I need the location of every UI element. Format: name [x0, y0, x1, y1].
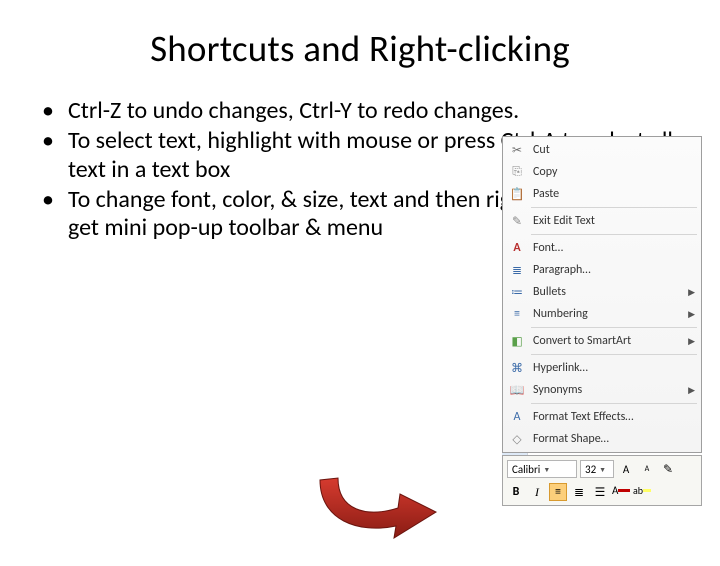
menu-item-icon: ⎘: [507, 163, 527, 181]
menu-item-label: Numbering: [533, 307, 688, 321]
menu-item[interactable]: ◇ Format Shape…: [503, 428, 701, 450]
menu-item-label: Copy: [533, 165, 695, 179]
menu-item-icon: ◇: [507, 430, 527, 448]
font-size-value: 32: [585, 463, 596, 476]
italic-button[interactable]: I: [528, 483, 546, 501]
mini-toolbar[interactable]: Calibri ▼ 32 ▼ A A ✎ B I ≡ ≣ ☰ A ab: [502, 455, 702, 506]
menu-item[interactable]: ✎ Exit Edit Text: [503, 210, 701, 232]
align-center-button[interactable]: ≡: [549, 483, 567, 501]
menu-item[interactable]: ⎘ Copy: [503, 161, 701, 183]
menu-separator: [531, 327, 697, 328]
bold-button[interactable]: B: [507, 483, 525, 501]
menu-item[interactable]: ✂ Cut: [503, 139, 701, 161]
menu-item-icon: 📖: [507, 381, 527, 399]
menu-separator: [531, 403, 697, 404]
chevron-right-icon: ▶: [688, 385, 695, 396]
menu-item-label: Cut: [533, 143, 695, 157]
menu-separator: [531, 354, 697, 355]
context-menu-screenshot: ✂ Cut ⎘ Copy 📋 Paste ✎ Exit Edit Text A Font… ≣ Par…: [502, 136, 702, 506]
curved-arrow-icon: [300, 468, 460, 540]
menu-item-label: Exit Edit Text: [533, 214, 695, 228]
menu-item-label: Paste: [533, 187, 695, 201]
menu-item-label: Convert to SmartArt: [533, 334, 688, 348]
font-size-select[interactable]: 32 ▼: [580, 460, 614, 478]
menu-item-icon: A: [507, 408, 527, 426]
menu-item[interactable]: 📋 Paste: [503, 183, 701, 205]
menu-item[interactable]: ◧ Convert to SmartArt▶: [503, 330, 701, 352]
menu-item-icon: A: [507, 239, 527, 257]
menu-item-label: Bullets: [533, 285, 688, 299]
chevron-right-icon: ▶: [688, 336, 695, 347]
menu-item-icon: ✎: [507, 212, 527, 230]
shrink-font-button[interactable]: A: [638, 460, 656, 478]
menu-item-icon: 📋: [507, 185, 527, 203]
align-button[interactable]: ≣: [570, 483, 588, 501]
chevron-right-icon: ▶: [688, 287, 695, 298]
menu-separator: [531, 234, 697, 235]
menu-item-label: Format Text Effects…: [533, 410, 695, 424]
menu-item-label: Synonyms: [533, 383, 688, 397]
menu-item-label: Font…: [533, 241, 695, 255]
chevron-down-icon: ▼: [543, 465, 550, 474]
font-color-button[interactable]: A: [612, 483, 630, 501]
menu-item-icon: ⌘: [507, 359, 527, 377]
context-menu[interactable]: ✂ Cut ⎘ Copy 📋 Paste ✎ Exit Edit Text A Font… ≣ Par…: [502, 136, 702, 453]
style-copy-button[interactable]: ✎: [659, 460, 677, 478]
menu-item-icon: ≔: [507, 283, 527, 301]
menu-item[interactable]: ⌘ Hyperlink…: [503, 357, 701, 379]
chevron-right-icon: ▶: [688, 309, 695, 320]
grow-font-button[interactable]: A: [617, 460, 635, 478]
slide-title: Shortcuts and Right-clicking: [0, 26, 720, 71]
menu-item-icon: ✂: [507, 141, 527, 159]
menu-separator: [531, 207, 697, 208]
list-item: Ctrl-Z to undo changes, Ctrl-Y to redo c…: [40, 97, 694, 125]
menu-item[interactable]: A Font…: [503, 237, 701, 259]
font-name-select[interactable]: Calibri ▼: [507, 460, 577, 478]
menu-item-label: Hyperlink…: [533, 361, 695, 375]
menu-item[interactable]: ≔ Bullets▶: [503, 281, 701, 303]
menu-item[interactable]: 📖 Synonyms▶: [503, 379, 701, 401]
menu-item[interactable]: ≡ Numbering▶: [503, 303, 701, 325]
highlight-button[interactable]: ab: [633, 483, 651, 501]
menu-item-icon: ≣: [507, 261, 527, 279]
chevron-down-icon: ▼: [599, 465, 606, 474]
font-name-value: Calibri: [512, 463, 540, 476]
menu-item-icon: ◧: [507, 332, 527, 350]
menu-item-label: Paragraph…: [533, 263, 695, 277]
bullets-button[interactable]: ☰: [591, 483, 609, 501]
menu-item-label: Format Shape…: [533, 432, 695, 446]
menu-item[interactable]: ≣ Paragraph…: [503, 259, 701, 281]
menu-item-icon: ≡: [507, 305, 527, 323]
menu-item[interactable]: A Format Text Effects…: [503, 406, 701, 428]
